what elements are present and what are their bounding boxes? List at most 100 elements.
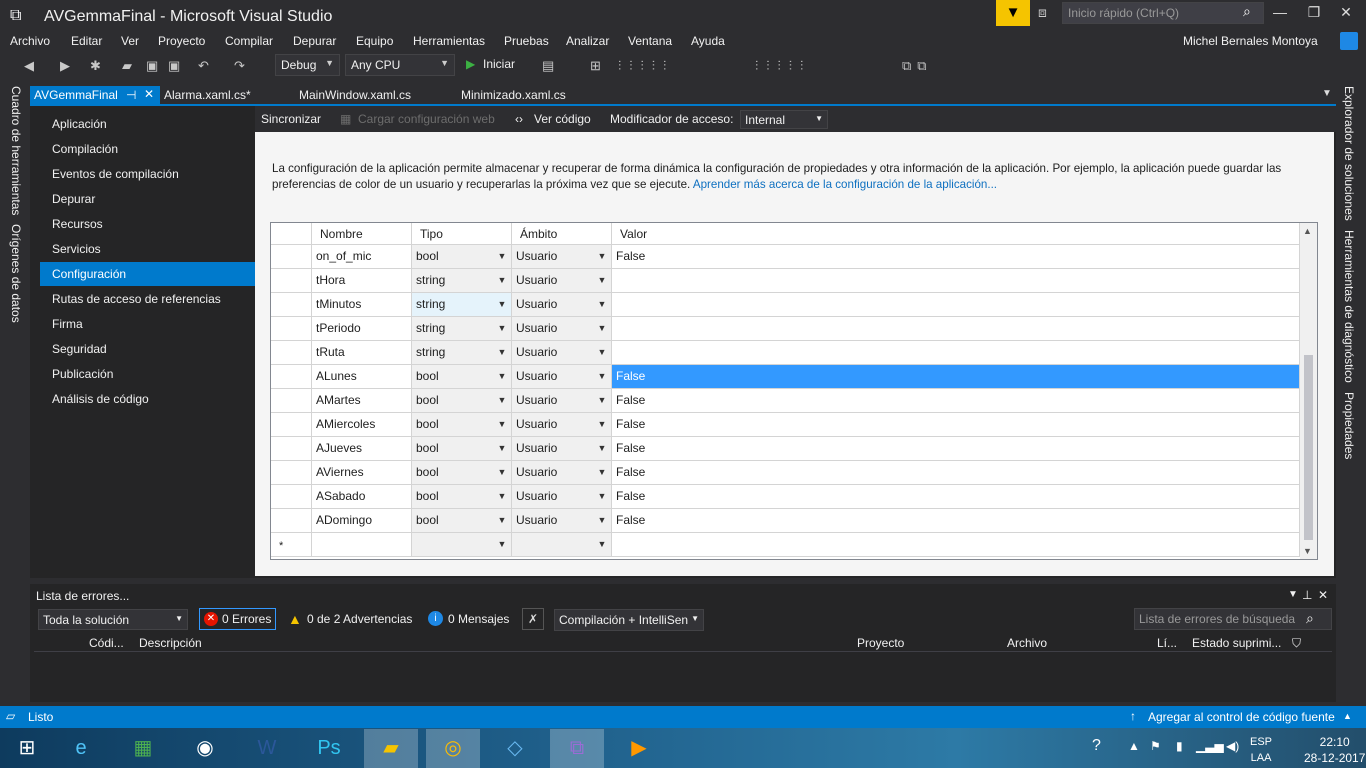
load-web-button[interactable]: Cargar configuración web [358, 112, 495, 126]
platform-select[interactable]: Any CPU ▼ [345, 54, 455, 76]
setting-scope-select[interactable]: Usuario ▼ [512, 485, 612, 508]
source-control-button[interactable]: Agregar al control de código fuente [1148, 710, 1335, 724]
row-selector[interactable] [271, 365, 312, 388]
new-row[interactable]: * ▼ ▼ [271, 533, 1300, 557]
warnings-filter-button[interactable]: 0 de 2 Advertencias [307, 612, 412, 634]
new-row-scope[interactable]: ▼ [512, 533, 612, 556]
grid-header-type[interactable]: Tipo [412, 223, 512, 245]
close-icon[interactable]: ✕ [1318, 588, 1328, 602]
setting-scope-select[interactable]: Usuario ▼ [512, 461, 612, 484]
properties-tab[interactable]: Propiedades [1342, 392, 1356, 459]
table-row[interactable]: AMiercoles bool ▼ Usuario ▼ False [271, 413, 1300, 437]
setting-name-cell[interactable]: tMinutos [312, 293, 412, 316]
diagnostic-tools-tab[interactable]: Herramientas de diagnóstico [1342, 230, 1356, 383]
chevron-down-icon[interactable]: ▼ [495, 368, 509, 384]
chevron-down-icon[interactable]: ▼ [595, 272, 609, 288]
app-icon[interactable]: ◇ [488, 729, 542, 768]
setting-value-cell[interactable]: False [612, 485, 1300, 508]
chevron-down-icon[interactable]: ▼ [495, 464, 509, 480]
menu-proyecto[interactable]: Proyecto [158, 34, 205, 48]
new-row-value[interactable] [612, 533, 1300, 556]
data-sources-tab[interactable]: Orígenes de datos [9, 224, 23, 323]
setting-value-cell[interactable] [612, 293, 1300, 316]
setting-name-cell[interactable]: tPeriodo [312, 317, 412, 340]
chevron-down-icon[interactable]: ▼ [595, 440, 609, 456]
close-icon[interactable]: ✕ [1332, 4, 1360, 21]
chevron-down-icon[interactable]: ▼ [595, 320, 609, 336]
setting-value-cell[interactable]: False [612, 509, 1300, 532]
chevron-down-icon[interactable]: ▼ [495, 416, 509, 432]
table-row[interactable]: AJueves bool ▼ Usuario ▼ False [271, 437, 1300, 461]
grid-header-name[interactable]: Nombre [312, 223, 412, 245]
word-icon[interactable]: W [240, 729, 294, 768]
nav-eventos[interactable]: Eventos de compilación [40, 162, 255, 186]
solution-explorer-tab[interactable]: Explorador de soluciones [1342, 86, 1356, 221]
chevron-down-icon[interactable]: ▼ [495, 392, 509, 408]
setting-scope-select[interactable]: Usuario ▼ [512, 437, 612, 460]
build-filter-select[interactable]: Compilación + IntelliSen ▼ [554, 609, 704, 631]
feedback-icon[interactable]: ⧈ [1038, 4, 1047, 21]
setting-name-cell[interactable]: tHora [312, 269, 412, 292]
play-icon[interactable]: ▶ [466, 57, 475, 71]
setting-scope-select[interactable]: Usuario ▼ [512, 293, 612, 316]
nav-analisis[interactable]: Análisis de código [40, 387, 255, 411]
setting-type-select[interactable]: bool ▼ [412, 389, 512, 412]
pin-icon[interactable]: ⊣ [126, 88, 136, 102]
browser-link-icon[interactable]: ▤ [542, 58, 554, 74]
nav-configuracion[interactable]: Configuración [40, 262, 255, 286]
tab-avgemmafinal[interactable]: AVGemmaFinal ⊣ ✕ [30, 86, 160, 104]
chevron-down-icon[interactable]: ▼ [595, 416, 609, 432]
setting-name-cell[interactable]: AMartes [312, 389, 412, 412]
table-row[interactable]: tHora string ▼ Usuario ▼ [271, 269, 1300, 293]
col-code[interactable]: Códi... [89, 636, 124, 650]
setting-name-cell[interactable]: ADomingo [312, 509, 412, 532]
battery-icon[interactable]: ▮ [1176, 739, 1183, 753]
store-icon[interactable]: ▦ [116, 729, 170, 768]
setting-scope-select[interactable]: Usuario ▼ [512, 245, 612, 268]
setting-type-select[interactable]: bool ▼ [412, 413, 512, 436]
nav-depurar[interactable]: Depurar [40, 187, 255, 211]
error-scope-select[interactable]: Toda la solución ▼ [38, 609, 188, 630]
config-select[interactable]: Debug ▼ [275, 54, 340, 76]
order-icons[interactable]: ⧉⧉ [902, 58, 933, 74]
chevron-down-icon[interactable]: ▼ [595, 296, 609, 312]
table-row[interactable]: ASabado bool ▼ Usuario ▼ False [271, 485, 1300, 509]
language-indicator[interactable]: ESP LAA [1250, 734, 1272, 766]
chevron-down-icon[interactable]: ▼ [495, 344, 509, 360]
setting-scope-select[interactable]: Usuario ▼ [512, 341, 612, 364]
setting-type-select[interactable]: string ▼ [412, 317, 512, 340]
chevron-down-icon[interactable]: ▼ [495, 248, 509, 264]
taskbar-clock[interactable]: 22:10 28-12-2017 [1304, 734, 1365, 766]
tray-icon[interactable]: ⚑ [1150, 739, 1161, 753]
row-selector[interactable] [271, 413, 312, 436]
nav-aplicacion[interactable]: Aplicación [40, 112, 255, 136]
signal-icon[interactable]: ▁▃▅ [1196, 739, 1224, 753]
start-button[interactable]: Iniciar [483, 57, 515, 71]
search-icon[interactable]: ⌕ [1243, 3, 1251, 20]
chevron-down-icon[interactable]: ▼ [495, 272, 509, 288]
menu-equipo[interactable]: Equipo [356, 34, 393, 48]
setting-scope-select[interactable]: Usuario ▼ [512, 317, 612, 340]
chevron-up-icon[interactable]: ▲ [1343, 711, 1352, 721]
tab-mainwindow[interactable]: MainWindow.xaml.cs [295, 86, 411, 104]
messages-filter-button[interactable]: 0 Mensajes [448, 612, 509, 634]
redo-icon[interactable]: ↷ [234, 58, 245, 74]
close-tab-icon[interactable]: ✕ [144, 87, 154, 101]
setting-value-cell[interactable]: False [612, 245, 1300, 268]
chevron-down-icon[interactable]: ▼ [595, 368, 609, 384]
tab-alarma[interactable]: Alarma.xaml.cs* [160, 86, 251, 104]
file-explorer-icon[interactable]: ▰ [364, 729, 418, 768]
table-row[interactable]: tRuta string ▼ Usuario ▼ [271, 341, 1300, 365]
align-icons[interactable]: ⫶⫶⫶⫶⫶ [618, 58, 674, 74]
col-line[interactable]: Lí... [1157, 636, 1177, 650]
row-selector[interactable] [271, 461, 312, 484]
setting-name-cell[interactable]: AJueves [312, 437, 412, 460]
setting-name-cell[interactable]: AViernes [312, 461, 412, 484]
new-row-type[interactable]: ▼ [412, 533, 512, 556]
chevron-down-icon[interactable]: ▼ [595, 248, 609, 264]
setting-type-select[interactable]: bool ▼ [412, 437, 512, 460]
setting-value-cell[interactable] [612, 269, 1300, 292]
errors-filter-button[interactable]: ✕ 0 Errores [199, 608, 276, 630]
quick-launch-input[interactable]: Inicio rápido (Ctrl+Q) [1062, 2, 1264, 24]
table-row[interactable]: ALunes bool ▼ Usuario ▼ False [271, 365, 1300, 389]
